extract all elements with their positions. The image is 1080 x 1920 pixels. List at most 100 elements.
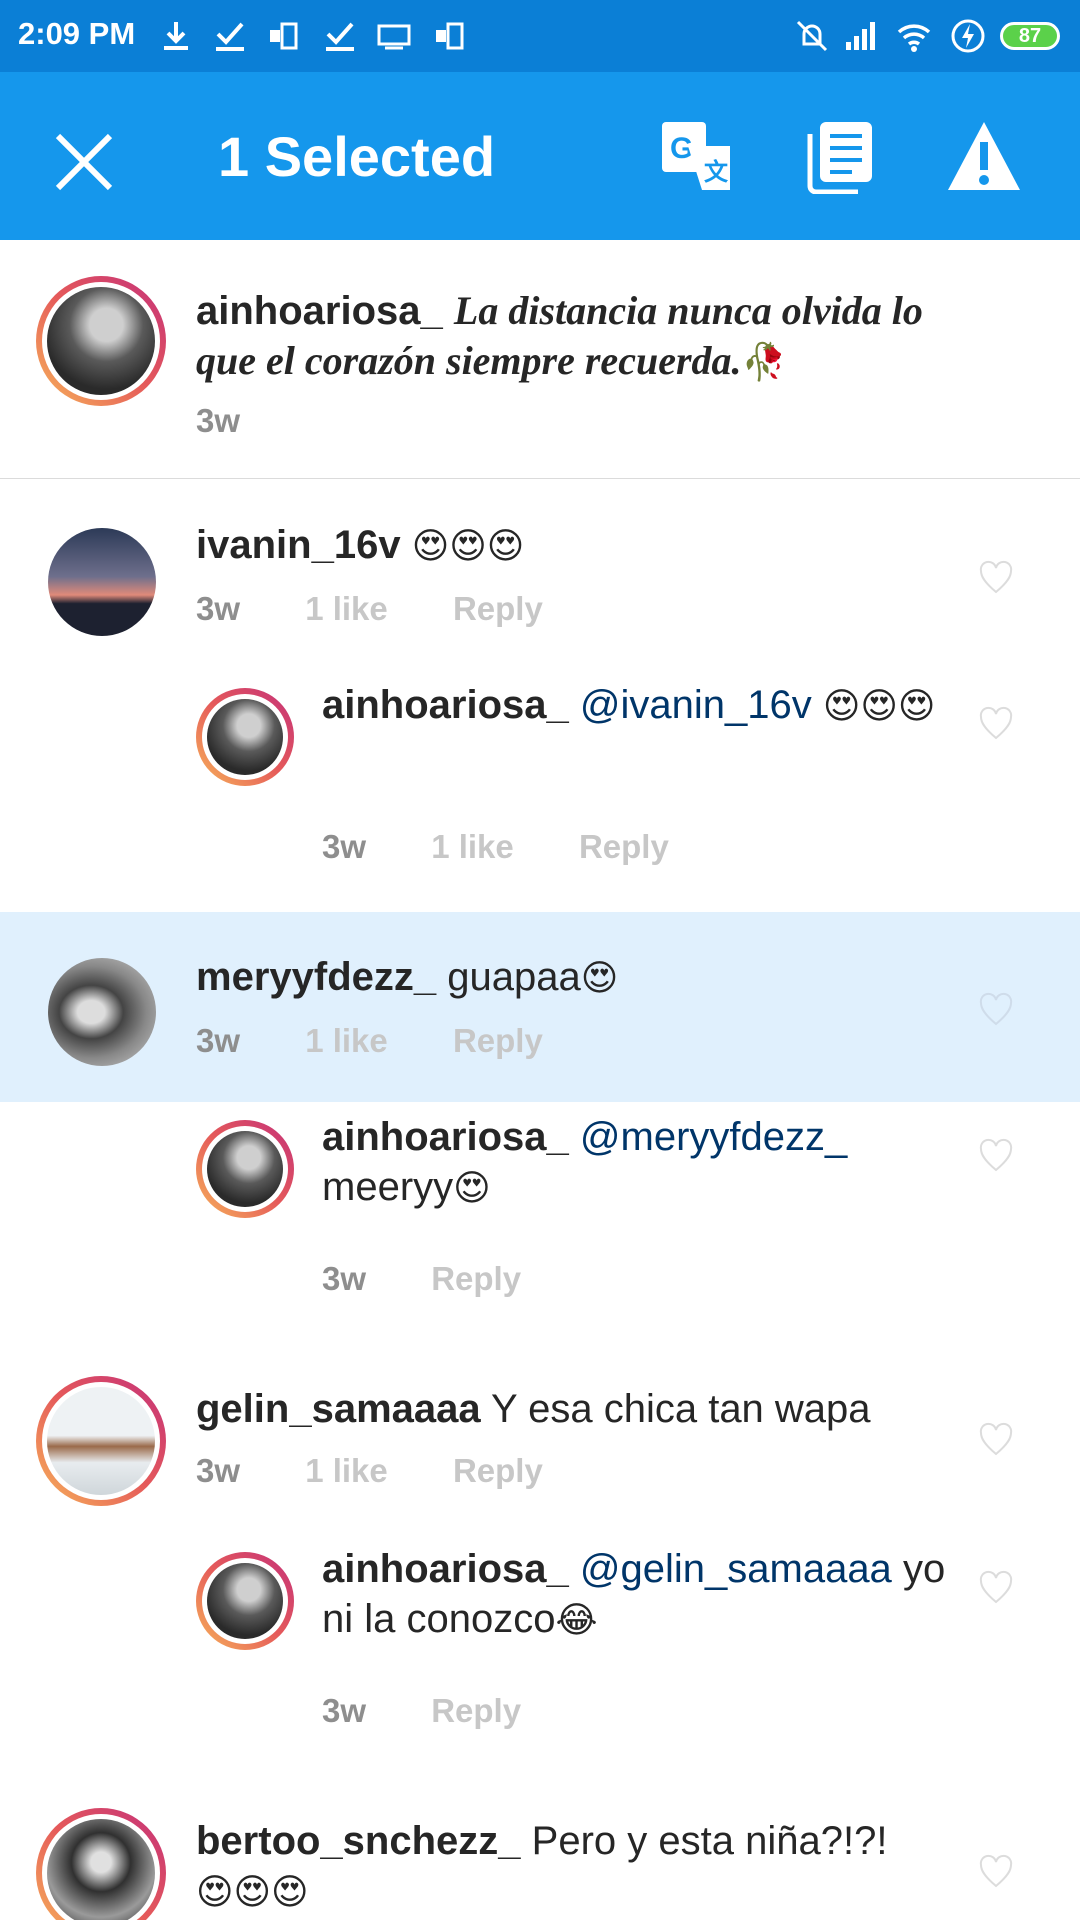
avatar[interactable] xyxy=(47,1387,155,1495)
avatar[interactable] xyxy=(48,528,156,636)
reply-button[interactable]: Reply xyxy=(431,1692,521,1729)
heart-eyes-emoji: 😍😍😍 xyxy=(196,1872,309,1913)
avatar-ring xyxy=(196,1120,294,1218)
caption-meta: 3w xyxy=(196,402,296,440)
remote-icon xyxy=(270,22,298,50)
heart-icon[interactable] xyxy=(978,706,1014,742)
report-icon[interactable] xyxy=(946,120,1022,194)
comment-text: ainhoariosa_ @meryyfdezz_ meeryy😍 xyxy=(322,1112,882,1214)
wifi-icon xyxy=(897,24,931,52)
comment-text: ivanin_16v 😍😍😍 xyxy=(196,520,916,572)
avatar[interactable] xyxy=(207,699,283,775)
comment-meta: 3w Reply xyxy=(322,1260,577,1298)
comment-body: Y esa chica tan wapa xyxy=(491,1387,871,1431)
battery-indicator: 87 xyxy=(1000,22,1060,50)
caption-time: 3w xyxy=(196,402,241,439)
laughing-emoji: 😂 xyxy=(555,1600,598,1641)
remote-icon xyxy=(436,22,464,50)
avatar-ring xyxy=(196,1552,294,1650)
post-caption: ainhoariosa_ La distancia nunca olvida l… xyxy=(0,240,1080,479)
mention-link[interactable]: @meryyfdezz_ xyxy=(580,1115,847,1159)
close-icon[interactable] xyxy=(52,130,116,194)
comment-body: Pero y esta niña?!?! xyxy=(531,1819,888,1863)
reply-row: ainhoariosa_ @ivanin_16v 😍😍😍 3w 1 like R… xyxy=(0,670,1080,912)
comment-time: 3w xyxy=(196,590,241,627)
selection-count-title: 1 Selected xyxy=(218,125,496,188)
comment-time: 3w xyxy=(322,828,367,865)
avatar[interactable] xyxy=(48,958,156,1066)
comment-row: bertoo_snchezz_ Pero y esta niña?!?! 😍😍😍 xyxy=(0,1774,1080,1920)
avatar[interactable] xyxy=(207,1563,283,1639)
ftp-icon xyxy=(377,24,411,50)
charging-icon xyxy=(951,19,985,53)
comment-time: 3w xyxy=(196,1022,241,1059)
avatar[interactable] xyxy=(47,287,155,395)
comment-text: bertoo_snchezz_ Pero y esta niña?!?! 😍😍😍 xyxy=(196,1816,916,1918)
caption-username[interactable]: ainhoariosa_ xyxy=(196,289,443,333)
heart-eyes-emoji: 😍 xyxy=(580,958,619,999)
comment-time: 3w xyxy=(322,1692,367,1729)
reply-button[interactable]: Reply xyxy=(431,1260,521,1297)
comment-body: meeryy xyxy=(322,1165,454,1209)
reply-row: ainhoariosa_ @meryyfdezz_ meeryy😍 3w Rep… xyxy=(0,1102,1080,1342)
heart-eyes-emoji: 😍😍😍 xyxy=(411,526,525,567)
comment-meta: 3w 1 like Reply xyxy=(196,1022,599,1060)
comment-text: gelin_samaaaa Y esa chica tan wapa xyxy=(196,1384,916,1434)
avatar-ring xyxy=(36,1376,166,1506)
comment-text: ainhoariosa_ @gelin_samaaaa yo ni la con… xyxy=(322,1544,962,1646)
heart-eyes-emoji: 😍 xyxy=(453,1168,491,1209)
heart-icon[interactable] xyxy=(978,1854,1014,1890)
heart-eyes-emoji: 😍😍😍 xyxy=(822,686,936,727)
copy-icon[interactable] xyxy=(806,120,874,194)
comment-username[interactable]: meryyfdezz_ xyxy=(196,955,436,999)
comment-likes[interactable]: 1 like xyxy=(305,1452,388,1489)
avatar[interactable] xyxy=(207,1131,283,1207)
svg-text:文: 文 xyxy=(704,158,729,186)
heart-icon[interactable] xyxy=(978,992,1014,1028)
comment-username[interactable]: gelin_samaaaa xyxy=(196,1387,481,1431)
avatar-ring xyxy=(36,276,166,406)
check-icon xyxy=(216,22,244,51)
check-icon xyxy=(326,22,354,51)
reply-button[interactable]: Reply xyxy=(453,1022,543,1059)
comment-meta: 3w Reply xyxy=(322,1692,577,1730)
comment-username[interactable]: ainhoariosa_ xyxy=(322,683,569,727)
comment-time: 3w xyxy=(196,1452,241,1489)
comment-username[interactable]: ivanin_16v xyxy=(196,523,401,567)
heart-icon[interactable] xyxy=(978,1422,1014,1458)
reply-button[interactable]: Reply xyxy=(453,590,543,627)
comment-row: ivanin_16v 😍😍😍 3w 1 like Reply xyxy=(0,480,1080,670)
signal-icon xyxy=(846,22,875,50)
mute-icon xyxy=(796,20,828,52)
translate-icon[interactable]: G 文 xyxy=(660,120,734,194)
comment-row: gelin_samaaaa Y esa chica tan wapa 3w 1 … xyxy=(0,1342,1080,1534)
status-bar: 2:09 PM 87 xyxy=(0,0,1080,72)
reply-button[interactable]: Reply xyxy=(453,1452,543,1489)
mention-link[interactable]: @ivanin_16v xyxy=(580,683,812,727)
wilted-rose-emoji: 🥀 xyxy=(741,342,787,383)
comment-text: meryyfdezz_ guapaa😍 xyxy=(196,952,916,1004)
heart-icon[interactable] xyxy=(978,1138,1014,1174)
selection-action-bar: 1 Selected G 文 xyxy=(0,72,1080,240)
caption-text: ainhoariosa_ La distancia nunca olvida l… xyxy=(196,286,956,388)
comment-meta: 3w 1 like Reply xyxy=(196,590,599,628)
download-icon xyxy=(164,22,188,50)
status-time: 2:09 PM xyxy=(18,16,136,51)
comment-likes[interactable]: 1 like xyxy=(431,828,514,865)
comment-meta: 3w 1 like Reply xyxy=(196,1452,599,1490)
comment-username[interactable]: ainhoariosa_ xyxy=(322,1115,569,1159)
avatar[interactable] xyxy=(47,1819,155,1920)
comment-likes[interactable]: 1 like xyxy=(305,1022,388,1059)
comment-username[interactable]: ainhoariosa_ xyxy=(322,1547,569,1591)
comment-likes[interactable]: 1 like xyxy=(305,590,388,627)
comment-username[interactable]: bertoo_snchezz_ xyxy=(196,1819,521,1863)
comment-body: guapaa xyxy=(447,955,581,999)
comment-meta: 3w 1 like Reply xyxy=(322,828,725,866)
heart-icon[interactable] xyxy=(978,560,1014,596)
reply-button[interactable]: Reply xyxy=(579,828,669,865)
comment-row-selected[interactable]: meryyfdezz_ guapaa😍 3w 1 like Reply xyxy=(0,912,1080,1102)
comment-time: 3w xyxy=(322,1260,367,1297)
heart-icon[interactable] xyxy=(978,1570,1014,1606)
mention-link[interactable]: @gelin_samaaaa xyxy=(580,1547,892,1591)
avatar-ring xyxy=(36,1808,166,1920)
